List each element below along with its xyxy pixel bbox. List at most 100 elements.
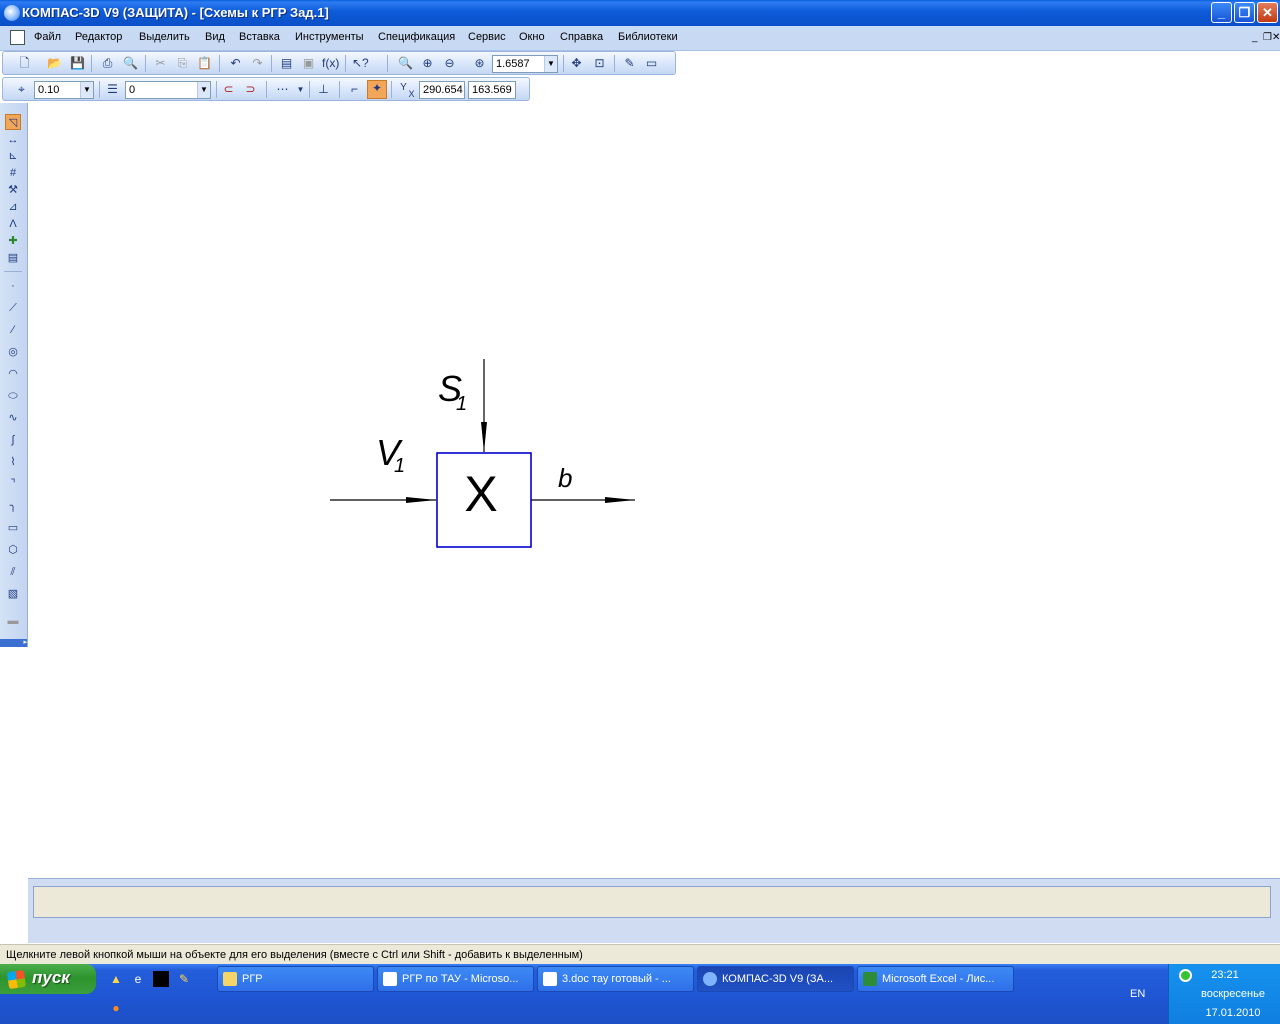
print-icon[interactable]: ⎙ <box>100 56 115 71</box>
task-button-excel[interactable]: Microsoft Excel - Лис... <box>857 966 1014 992</box>
menu-libraries[interactable]: Библиотеки <box>618 31 678 43</box>
mdi-close-button[interactable]: ✕ <box>1272 32 1280 43</box>
zoom-window-icon[interactable]: 🔍 <box>398 56 413 71</box>
associative-views-panel-icon[interactable]: ✚ <box>5 233 21 249</box>
chevron-down-icon[interactable]: ▼ <box>80 82 93 98</box>
collect-contour-icon[interactable]: ▬ <box>5 613 21 629</box>
quicklaunch-console-icon[interactable] <box>153 971 169 987</box>
parametrization-panel-icon[interactable]: ⚒ <box>5 182 21 198</box>
parametric-mode-icon[interactable]: ✦ <box>367 80 387 99</box>
menu-window[interactable]: Окно <box>519 31 545 43</box>
step-combo[interactable]: 0.10 ▼ <box>34 81 94 99</box>
coord-x-field[interactable]: 290.654 <box>419 81 465 99</box>
ortho-mode-icon[interactable]: ⌐ <box>347 82 362 97</box>
panel-expand-icon[interactable]: ▸ <box>0 639 27 647</box>
menu-view[interactable]: Вид <box>205 31 225 43</box>
redo-icon[interactable]: ↷ <box>250 56 265 71</box>
task-button-kompas[interactable]: КОМПАС-3D V9 (ЗА... <box>697 966 854 992</box>
variables-icon[interactable]: f(x) <box>322 56 339 71</box>
ellipse-tool-icon[interactable]: ⬭ <box>5 388 21 404</box>
fillet-tool-icon[interactable]: ╮ <box>5 498 21 514</box>
quicklaunch-firefox-icon[interactable]: ● <box>108 1000 124 1016</box>
grid-icon[interactable]: ⋯ <box>275 82 290 97</box>
quicklaunch-ie-icon[interactable]: e <box>130 971 146 987</box>
show-all-icon[interactable]: ⊡ <box>592 56 607 71</box>
step-cursor-icon[interactable]: ⌖ <box>14 82 29 97</box>
chevron-down-icon[interactable]: ▼ <box>197 82 210 98</box>
menu-insert[interactable]: Вставка <box>239 31 280 43</box>
bezier-tool-icon[interactable]: ʃ <box>5 432 21 448</box>
layers-icon[interactable]: ☰ <box>105 82 120 97</box>
properties-icon[interactable]: ▭ <box>644 56 659 71</box>
local-cs-icon[interactable]: ⊥ <box>316 82 331 97</box>
measure-panel-icon[interactable]: ⊿ <box>5 199 21 215</box>
polyline-tool-icon[interactable]: ⌇ <box>5 454 21 470</box>
print-preview-icon[interactable]: 🔍 <box>123 56 138 71</box>
zoom-scale-icon[interactable]: ⊛ <box>472 56 487 71</box>
point-tool-icon[interactable]: · <box>5 278 21 294</box>
arc-tool-icon[interactable]: ◠ <box>5 366 21 382</box>
title-bar[interactable]: КОМПАС-3D V9 (ЗАЩИТА) - [Схемы к РГР Зад… <box>0 0 1280 26</box>
circle-tool-icon[interactable]: ◎ <box>5 344 21 360</box>
restore-button[interactable]: ❐ <box>1234 2 1255 23</box>
menu-service[interactable]: Сервис <box>468 31 506 43</box>
zoom-combo[interactable]: 1.6587 ▼ <box>492 55 558 73</box>
select-panel-icon[interactable]: Λ <box>5 216 21 232</box>
clock-time[interactable]: 23:21 <box>1169 969 1280 981</box>
grid-dropdown-icon[interactable]: ▼ <box>293 82 308 97</box>
kompas-app-icon[interactable] <box>4 5 20 21</box>
designations-panel-icon[interactable]: ⊾ <box>5 148 21 164</box>
close-button[interactable]: ✕ <box>1257 2 1278 23</box>
document-icon[interactable] <box>10 30 25 45</box>
menu-select[interactable]: Выделить <box>139 31 190 43</box>
segment-tool-icon[interactable]: ∕ <box>5 322 21 338</box>
coord-y-field[interactable]: 163.569 <box>468 81 516 99</box>
cut-icon[interactable]: ✂ <box>153 56 168 71</box>
help-cursor-icon[interactable]: ↖? <box>352 56 369 71</box>
zoom-in-icon[interactable]: ⊕ <box>420 56 435 71</box>
menu-editor[interactable]: Редактор <box>75 31 122 43</box>
rectangle-tool-icon[interactable]: ▭ <box>5 520 21 536</box>
menu-help[interactable]: Справка <box>560 31 603 43</box>
library-icon[interactable]: ▣ <box>301 56 316 71</box>
hatch-tool-icon[interactable]: ⫽ <box>5 564 21 580</box>
chamfer-tool-icon[interactable]: ⌝ <box>5 476 21 492</box>
manager-icon[interactable]: ▤ <box>279 56 294 71</box>
open-folder-icon[interactable]: 📂 <box>47 56 62 71</box>
chevron-down-icon[interactable]: ▼ <box>544 56 557 72</box>
drawing-area[interactable]: X V 1 S 1 b <box>28 103 1280 878</box>
auxiliary-line-tool-icon[interactable]: ⟋ <box>5 300 21 316</box>
paste-icon[interactable]: 📋 <box>197 56 212 71</box>
local-snap-icon[interactable]: ⊃ <box>243 82 258 97</box>
mdi-restore-button[interactable]: ❐ <box>1263 32 1272 43</box>
dimensions-panel-icon[interactable]: ↔ <box>5 132 21 148</box>
menu-specification[interactable]: Спецификация <box>378 31 455 43</box>
menu-tools[interactable]: Инструменты <box>295 31 364 43</box>
quicklaunch-app-icon[interactable]: ✎ <box>176 971 192 987</box>
coord-x-label: X <box>408 89 415 99</box>
edit-panel-icon[interactable]: # <box>5 165 21 181</box>
refresh-icon[interactable]: ✎ <box>622 56 637 71</box>
save-icon[interactable]: 💾 <box>70 56 85 71</box>
geometry-panel-icon[interactable]: ◹ <box>5 114 21 130</box>
pan-icon[interactable]: ✥ <box>569 56 584 71</box>
spline-tool-icon[interactable]: ∿ <box>5 410 21 426</box>
mdi-minimize-button[interactable]: _ <box>1252 32 1258 43</box>
minimize-button[interactable]: _ <box>1211 2 1232 23</box>
task-button-rgr-folder[interactable]: РГР <box>217 966 374 992</box>
spec-panel-icon[interactable]: ▤ <box>5 250 21 266</box>
menu-file[interactable]: Файл <box>34 31 61 43</box>
new-document-icon[interactable]: 🗋 <box>17 56 32 71</box>
start-button[interactable]: пуск <box>0 964 96 994</box>
language-indicator[interactable]: EN <box>1130 988 1145 1000</box>
zoom-out-icon[interactable]: ⊖ <box>442 56 457 71</box>
layer-combo[interactable]: 0 ▼ <box>125 81 211 99</box>
fill-tool-icon[interactable]: ▧ <box>5 586 21 602</box>
copy-icon[interactable]: ⎘ <box>175 56 190 71</box>
quicklaunch-drive-icon[interactable]: ▲ <box>108 971 124 987</box>
undo-icon[interactable]: ↶ <box>228 56 243 71</box>
task-button-word-tau[interactable]: 3.doc тау готовый - ... <box>537 966 694 992</box>
task-button-word-rgr[interactable]: РГР по ТАУ - Microso... <box>377 966 534 992</box>
polygon-tool-icon[interactable]: ⬡ <box>5 542 21 558</box>
snap-magnet-icon[interactable]: ⊂ <box>221 82 236 97</box>
